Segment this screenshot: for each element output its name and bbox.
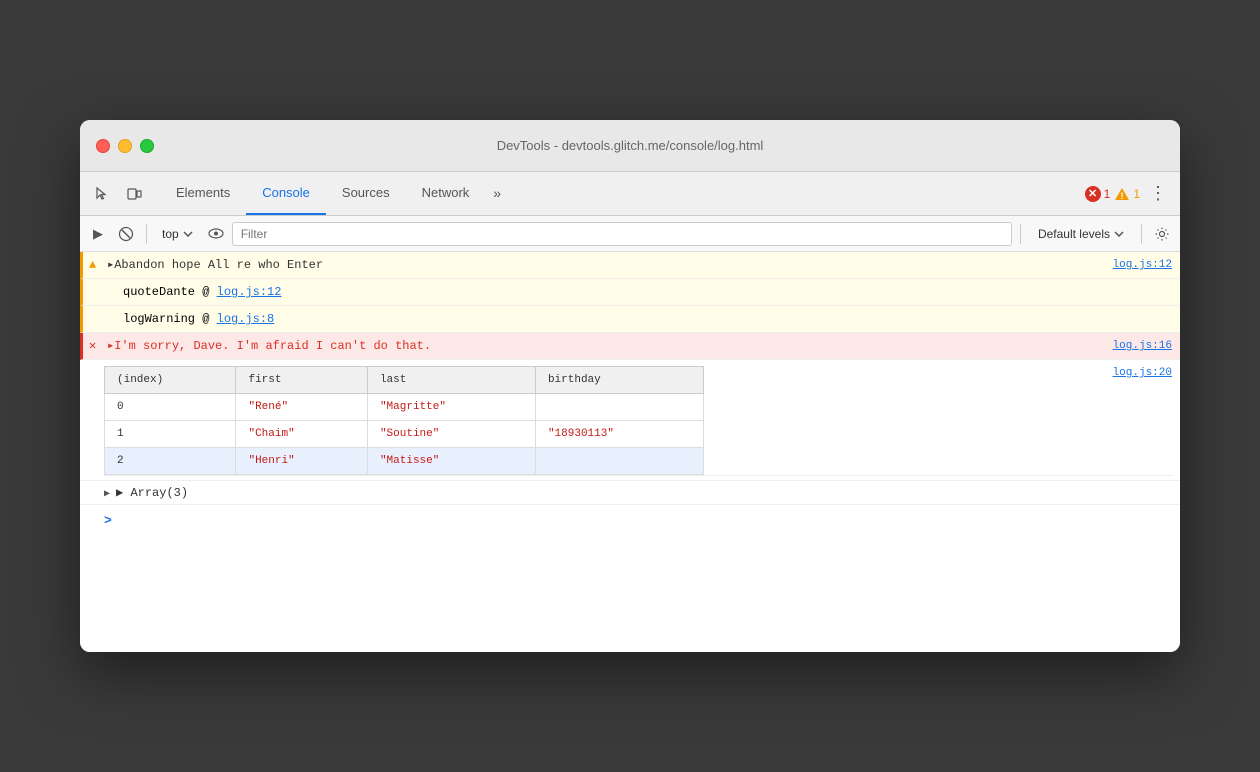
array-triangle-icon: ▶ xyxy=(104,489,116,500)
error-badge: ✕ 1 xyxy=(1085,186,1111,202)
close-button[interactable] xyxy=(96,139,110,153)
levels-divider xyxy=(1141,224,1142,244)
error-source-link[interactable]: log.js:16 xyxy=(1113,337,1172,355)
settings-kebab-button[interactable]: ⋮ xyxy=(1144,180,1172,208)
chevron-down-icon xyxy=(183,231,193,237)
svg-text:!: ! xyxy=(1121,191,1124,201)
tabbar-left-icons xyxy=(88,172,160,215)
error-log-entry[interactable]: ✕ log.js:16 ▸I'm sorry, Dave. I'm afraid… xyxy=(80,333,1180,360)
row1-first: "Chaim" xyxy=(236,421,367,448)
settings-gear-button[interactable] xyxy=(1150,222,1174,246)
prompt-line: > xyxy=(80,505,1180,536)
clear-console-button[interactable] xyxy=(114,222,138,246)
warning-source-link[interactable]: log.js:12 xyxy=(1113,256,1172,274)
filter-input[interactable] xyxy=(232,222,1012,246)
warning-stack-entry: quoteDante @ log.js:12 xyxy=(80,279,1180,306)
row2-birthday xyxy=(535,448,703,475)
filter-divider xyxy=(1020,224,1021,244)
titlebar: DevTools - devtools.glitch.me/console/lo… xyxy=(80,120,1180,172)
row0-birthday xyxy=(535,394,703,421)
traffic-lights xyxy=(96,139,154,153)
row0-index: 0 xyxy=(105,394,236,421)
tabs: Elements Console Sources Network » xyxy=(160,172,1085,215)
row0-first: "René" xyxy=(236,394,367,421)
col-last: last xyxy=(367,367,535,394)
tab-sources[interactable]: Sources xyxy=(326,172,406,215)
more-tabs-button[interactable]: » xyxy=(485,172,509,215)
table-source-link[interactable]: log.js:20 xyxy=(1113,364,1172,382)
window-title: DevTools - devtools.glitch.me/console/lo… xyxy=(497,138,764,153)
row1-last: "Soutine" xyxy=(367,421,535,448)
table-row: 1 "Chaim" "Soutine" "18930113" xyxy=(105,421,704,448)
console-toolbar: ▶ top Default levels xyxy=(80,216,1180,252)
warning-triangle-icon: ! xyxy=(1114,187,1130,201)
eye-icon xyxy=(208,228,224,239)
warn-badge: ! 1 xyxy=(1114,187,1140,201)
warning-log-entry: ▲ log.js:12 ▸Abandon hope All re who Ent… xyxy=(80,252,1180,279)
maximize-button[interactable] xyxy=(140,139,154,153)
levels-chevron-icon xyxy=(1114,231,1124,237)
gear-icon xyxy=(1154,226,1170,242)
col-first: first xyxy=(236,367,367,394)
row1-birthday: "18930113" xyxy=(535,421,703,448)
device-toolbar-button[interactable] xyxy=(120,180,148,208)
table-row: 2 "Henri" "Matisse" xyxy=(105,448,704,475)
row1-index: 1 xyxy=(105,421,236,448)
col-birthday: birthday xyxy=(535,367,703,394)
tabbar-right: ✕ 1 ! 1 ⋮ xyxy=(1085,172,1172,215)
console-content: ▲ log.js:12 ▸Abandon hope All re who Ent… xyxy=(80,252,1180,652)
warning-icon: ▲ xyxy=(89,256,96,274)
warning-stack-entry-2: logWarning @ log.js:8 xyxy=(80,306,1180,333)
table-header-row: (index) first last birthday xyxy=(105,367,704,394)
error-count-icon: ✕ xyxy=(1085,186,1101,202)
tab-network[interactable]: Network xyxy=(406,172,486,215)
context-selector[interactable]: top xyxy=(155,224,200,244)
minimize-button[interactable] xyxy=(118,139,132,153)
table-row: 0 "René" "Magritte" xyxy=(105,394,704,421)
toolbar-divider xyxy=(146,224,147,244)
row2-last: "Matisse" xyxy=(367,448,535,475)
row2-index: 2 xyxy=(105,448,236,475)
col-index: (index) xyxy=(105,367,236,394)
prompt-chevron-icon: > xyxy=(104,513,112,528)
console-table: (index) first last birthday 0 "René" "Ma… xyxy=(104,366,704,475)
array-entry[interactable]: ▶ ▶ Array(3) xyxy=(80,481,1180,505)
row2-first: "Henri" xyxy=(236,448,367,475)
select-element-button[interactable] xyxy=(88,180,116,208)
tabbar: Elements Console Sources Network » ✕ 1 xyxy=(80,172,1180,216)
eye-icon-button[interactable] xyxy=(204,222,228,246)
error-icon: ✕ xyxy=(89,337,96,355)
stackline-1-link[interactable]: log.js:12 xyxy=(217,285,282,299)
table-log-entry: log.js:20 (index) first last birthday 0 xyxy=(80,360,1180,481)
clear-icon xyxy=(118,226,134,242)
devtools-window: DevTools - devtools.glitch.me/console/lo… xyxy=(80,120,1180,652)
warning-text: ▸Abandon hope All re who Enter xyxy=(107,258,323,272)
log-levels-button[interactable]: Default levels xyxy=(1029,224,1133,244)
console-table-container: (index) first last birthday 0 "René" "Ma… xyxy=(104,366,1172,476)
row0-last: "Magritte" xyxy=(367,394,535,421)
tab-elements[interactable]: Elements xyxy=(160,172,246,215)
run-scripts-button[interactable]: ▶ xyxy=(86,222,110,246)
tab-console[interactable]: Console xyxy=(246,172,326,215)
error-text: ▸I'm sorry, Dave. I'm afraid I can't do … xyxy=(107,339,431,353)
stackline-2-link[interactable]: log.js:8 xyxy=(217,312,275,326)
